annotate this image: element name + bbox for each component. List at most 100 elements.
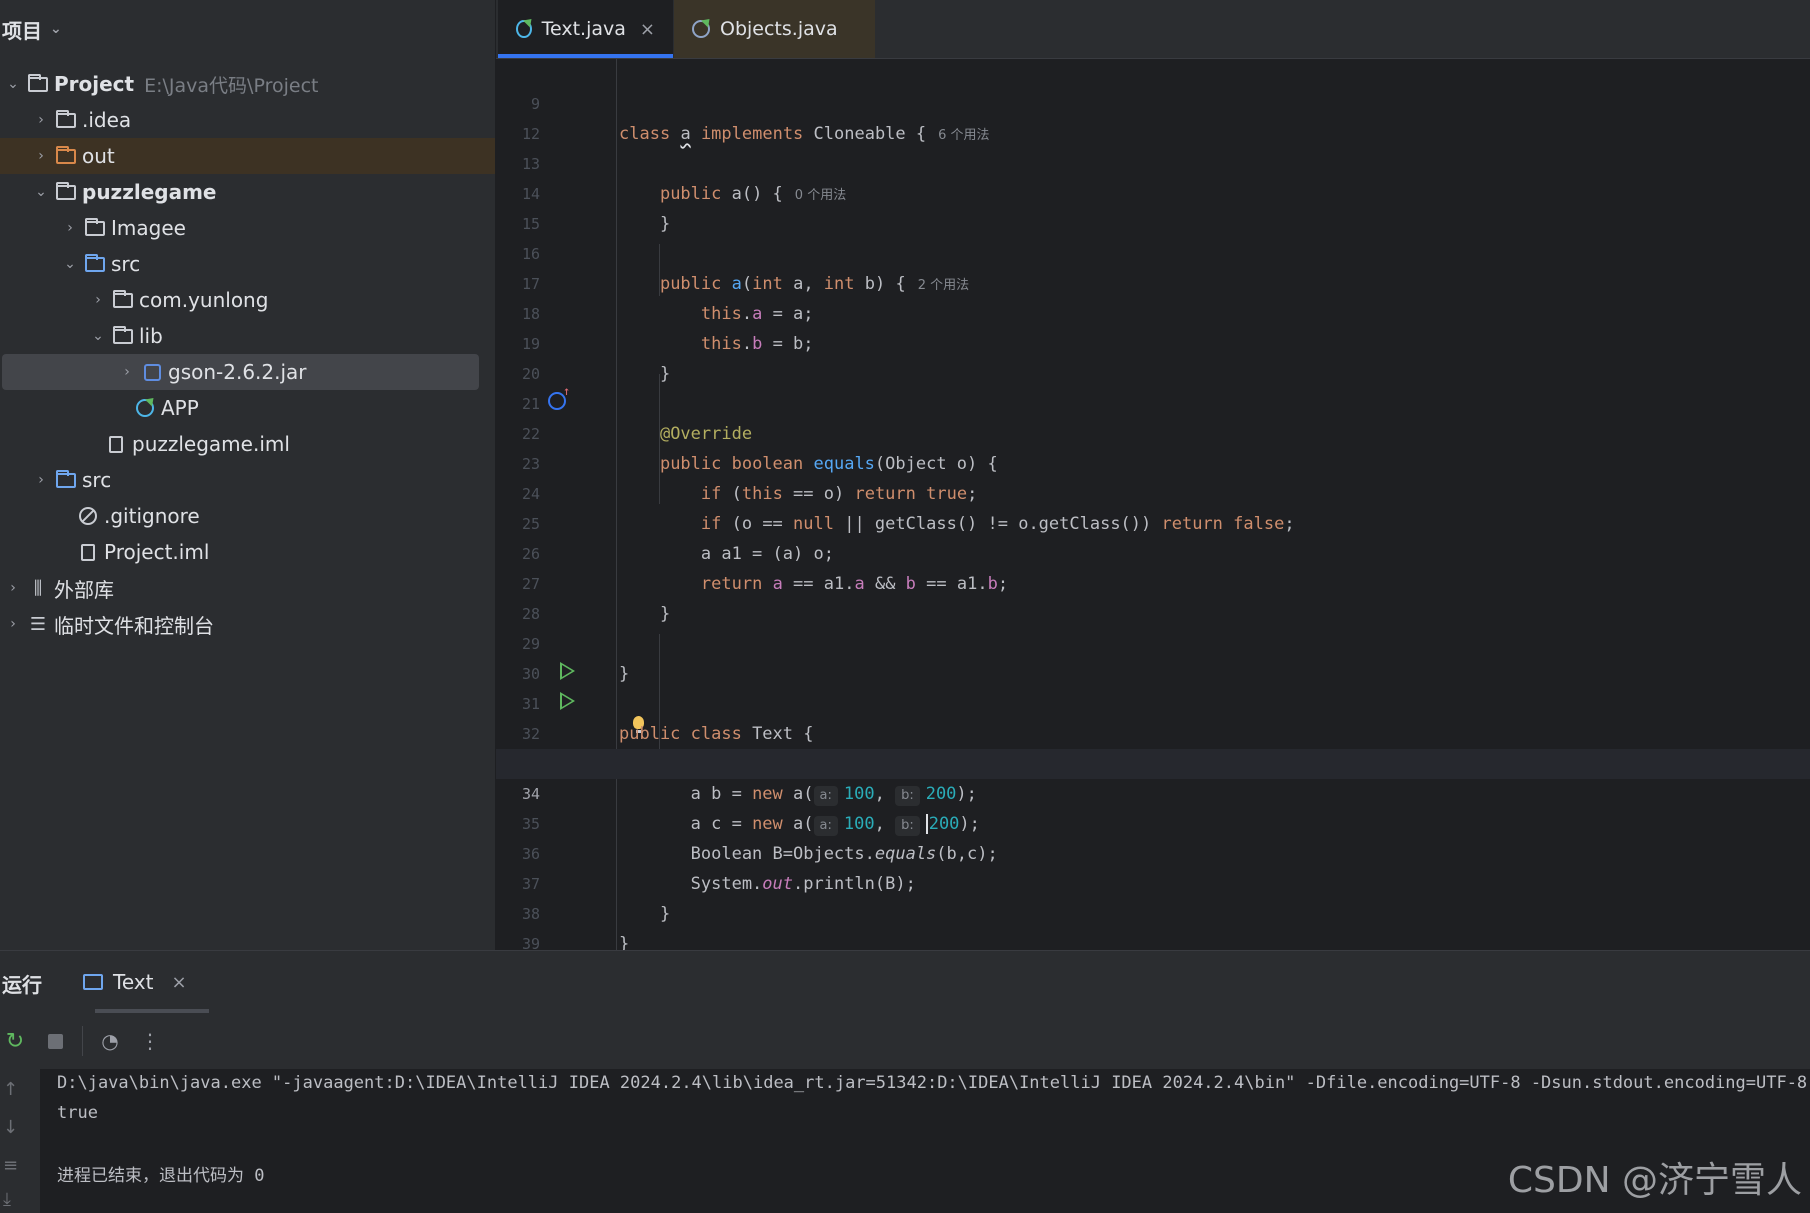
project-sidebar: 项目 ⌄ ⌄ Project E:\Java代码\Project › .idea… (0, 0, 496, 950)
source-folder-icon (54, 469, 78, 490)
console-line-command: D:\java\bin\java.exe "-javaagent:D:\IDEA… (57, 1073, 1810, 1093)
tree-item-lib[interactable]: ⌄ lib (0, 318, 495, 354)
console-side-toolbar: ↑ ↓ ≡ ⤓ (0, 1069, 40, 1213)
stop-icon[interactable] (42, 1028, 68, 1054)
tree-item-label: 外部库 (54, 577, 114, 602)
code-line: 17 this.a = a; (496, 239, 1810, 324)
tree-item-label: src (82, 468, 112, 492)
tree-item-imagee[interactable]: › Imagee (0, 210, 495, 246)
folder-icon (54, 109, 78, 130)
tree-item-external-libraries[interactable]: › ⫼ 外部库 (0, 570, 495, 606)
tree-item-project[interactable]: ⌄ Project E:\Java代码\Project (0, 66, 495, 102)
tree-item-puzzlegame-iml[interactable]: puzzlegame.iml (0, 426, 495, 462)
chevron-down-icon[interactable]: ⌄ (2, 76, 24, 92)
code-line: 15 (496, 179, 1810, 233)
tree-item-label: src (111, 252, 141, 276)
arrow-down-icon[interactable]: ↓ (3, 1117, 18, 1138)
file-icon (104, 434, 128, 454)
chevron-right-icon[interactable]: › (30, 112, 52, 128)
tab-label: Objects.java (720, 18, 838, 40)
tree-item-label: com.yunlong (139, 288, 269, 312)
code-line: 9 class a implements Cloneable {6 个用法 (496, 59, 1810, 144)
source-folder-icon (83, 253, 107, 274)
tab-text-java[interactable]: Text.java × (498, 0, 673, 58)
tree-item-gitignore[interactable]: .gitignore (0, 498, 495, 534)
code-line: 32 public static void main(String[] args… (496, 689, 1810, 774)
code-line: 27 } (496, 539, 1810, 624)
tree-item-com-yunlong[interactable]: › com.yunlong (0, 282, 495, 318)
tree-item-puzzlegame[interactable]: ⌄ puzzlegame (0, 174, 495, 210)
code-line: 14 } (496, 149, 1810, 234)
tree-item-label: Imagee (111, 216, 186, 240)
tree-item-label: APP (161, 396, 199, 420)
excluded-folder-icon (54, 145, 78, 166)
run-toolbar: ↻ ◔ ⋮ (0, 1013, 1810, 1069)
tree-item-label: gson-2.6.2.jar (168, 360, 307, 384)
chevron-right-icon[interactable]: › (59, 220, 81, 236)
code-line-current: 34 a c = new a(a: 100, b: 200); (496, 749, 1810, 836)
rerun-icon[interactable]: ↻ (2, 1028, 28, 1054)
watermark: CSDN @济宁雪人 (1507, 1160, 1802, 1201)
folder-icon (83, 217, 107, 238)
run-header: 运行 Text × (0, 951, 1810, 1013)
tree-item-label: Project (54, 72, 135, 96)
console-line-output: true (57, 1103, 98, 1123)
tree-item-label: puzzlegame.iml (132, 432, 290, 456)
code-line: 13 public a() {0 个用法 (496, 119, 1810, 204)
tree-item-out[interactable]: › out (0, 138, 495, 174)
chevron-right-icon[interactable]: › (2, 616, 24, 632)
tab-objects-java[interactable]: Objects.java (674, 0, 875, 58)
code-line: 29 } (496, 599, 1810, 684)
scroll-to-end-icon[interactable]: ⤓ (3, 1189, 11, 1210)
tree-item-gson-jar[interactable]: › gson-2.6.2.jar (2, 354, 479, 390)
run-title: 运行 (2, 973, 42, 997)
tree-item-label: out (82, 144, 115, 168)
project-view-header[interactable]: 项目 ⌄ (0, 0, 495, 58)
tree-item-label: lib (139, 324, 163, 348)
tree-item-app[interactable]: APP (0, 390, 495, 426)
chevron-down-icon[interactable]: ⌄ (59, 256, 81, 272)
code-line: 21 @Override (496, 359, 1810, 444)
code-line: 19 } (496, 299, 1810, 384)
tree-item-scratches[interactable]: › ☰ 临时文件和控制台 (0, 606, 495, 642)
code-line: 20 (496, 329, 1810, 383)
scratches-icon: ☰ (29, 613, 47, 635)
chevron-right-icon[interactable]: › (30, 148, 52, 164)
module-folder-icon (26, 73, 50, 94)
code-line: 18 this.b = b; (496, 269, 1810, 354)
module-folder-icon (54, 181, 78, 202)
java-class-icon (133, 398, 157, 418)
chevron-right-icon[interactable]: › (30, 472, 52, 488)
tree-item-src[interactable]: ⌄ src (0, 246, 495, 282)
project-path: E:\Java代码\Project (144, 74, 319, 97)
console-line-exit: 进程已结束，退出代码为 0 (57, 1166, 265, 1186)
tree-item-label: 临时文件和控制台 (54, 613, 214, 638)
chevron-right-icon[interactable]: › (116, 364, 138, 380)
profiler-gauge-icon[interactable]: ◔ (97, 1028, 123, 1054)
console-icon (83, 974, 103, 990)
java-class-icon (516, 20, 532, 38)
more-options-icon[interactable]: ⋮ (137, 1028, 163, 1054)
close-icon[interactable]: × (640, 19, 655, 40)
java-class-icon (692, 20, 710, 38)
tree-item-project-iml[interactable]: Project.iml (0, 534, 495, 570)
package-icon (111, 325, 135, 346)
run-tab-text[interactable]: Text × (83, 951, 208, 1013)
tree-item-src-root[interactable]: › src (0, 462, 495, 498)
chevron-down-icon[interactable]: ⌄ (50, 21, 62, 37)
arrow-up-icon[interactable]: ↑ (3, 1079, 18, 1100)
chevron-down-icon[interactable]: ⌄ (87, 328, 109, 344)
code-line: 23 if (this == o) return true; (496, 419, 1810, 504)
tab-label: Text.java (541, 18, 626, 40)
chevron-down-icon[interactable]: ⌄ (30, 184, 52, 200)
code-line: 38 } (496, 869, 1810, 950)
code-line: 26 return a == a1.a && b == a1.b; (496, 509, 1810, 594)
soft-wrap-icon[interactable]: ≡ (3, 1155, 18, 1176)
tree-item-idea[interactable]: › .idea (0, 102, 495, 138)
chevron-right-icon[interactable]: › (2, 580, 24, 596)
package-icon (111, 289, 135, 310)
close-icon[interactable]: × (171, 972, 186, 993)
code-editor[interactable]: 9 class a implements Cloneable {6 个用法 12… (496, 59, 1810, 950)
code-line: 12 (496, 89, 1810, 143)
chevron-right-icon[interactable]: › (87, 292, 109, 308)
